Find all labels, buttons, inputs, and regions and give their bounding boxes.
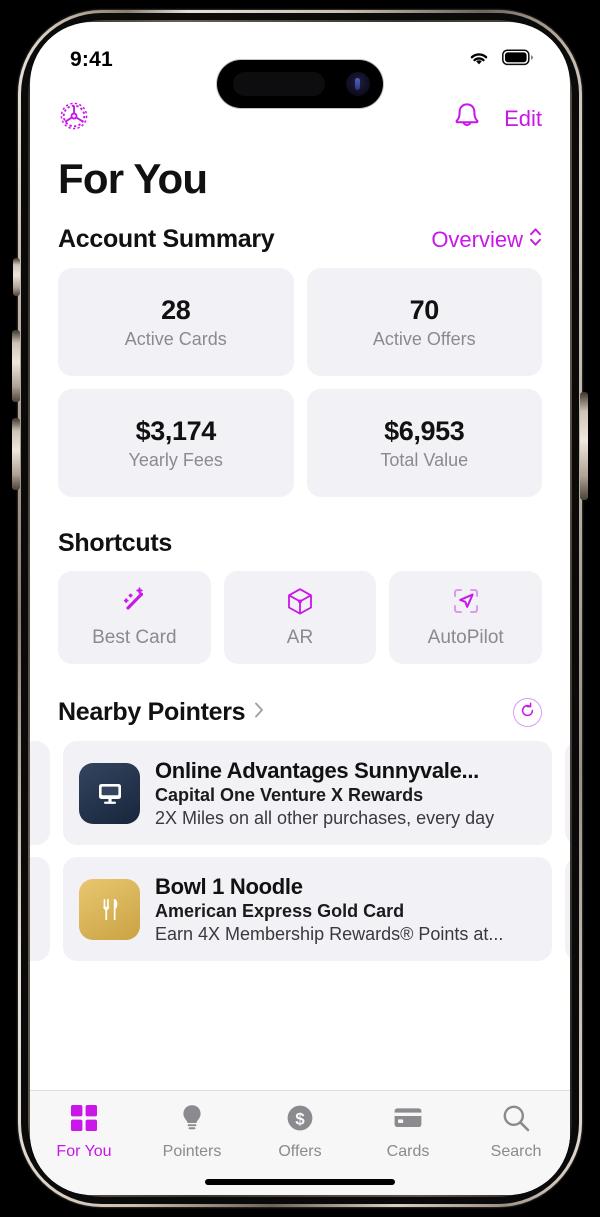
poi-card-name: American Express Gold Card	[155, 900, 405, 921]
lightbulb-icon	[177, 1103, 207, 1138]
chevron-right-icon	[253, 700, 265, 725]
screen-content: Edit For You Account Summary Overview 28…	[30, 84, 570, 1195]
home-indicator[interactable]	[205, 1179, 395, 1185]
bell-icon[interactable]	[452, 100, 482, 137]
gear-icon[interactable]	[58, 100, 90, 137]
wifi-icon	[467, 49, 491, 72]
poi-reward: 2X Miles on all other purchases, every d…	[155, 807, 495, 828]
tab-label: Offers	[278, 1143, 322, 1160]
nearby-pointers-link[interactable]: Nearby Pointers	[58, 698, 265, 727]
grid-squares-icon	[69, 1103, 99, 1138]
stat-value: 70	[409, 294, 440, 325]
page-title: For You	[58, 155, 208, 202]
poi-card[interactable]: Online Advantages Sunnyvale... Capital O…	[63, 741, 552, 845]
magic-wand-sparkles-icon	[119, 586, 149, 621]
carousel-peek-next[interactable]	[565, 741, 570, 845]
tab-cards[interactable]: Cards	[362, 1103, 454, 1161]
nearby-pointers-header: Nearby Pointers	[30, 664, 570, 727]
poi-text: Online Advantages Sunnyvale... Capital O…	[155, 758, 536, 829]
carousel-row: Online Advantages Sunnyvale... Capital O…	[30, 741, 570, 845]
shortcut-label: AR	[286, 627, 314, 648]
shortcuts-title: Shortcuts	[58, 529, 172, 557]
overview-selector[interactable]: Overview	[431, 227, 542, 253]
tab-search[interactable]: Search	[470, 1103, 562, 1161]
carousel-track: Online Advantages Sunnyvale... Capital O…	[30, 741, 570, 961]
poi-text: Bowl 1 Noodle American Express Gold Card…	[155, 874, 536, 945]
cube-3d-icon	[285, 586, 315, 621]
shortcut-label: Best Card	[92, 627, 177, 648]
stat-card[interactable]: 70 Active Offers	[306, 268, 542, 376]
tab-for-you[interactable]: For You	[38, 1103, 130, 1161]
tab-offers[interactable]: $ Offers	[254, 1103, 346, 1161]
stat-value: 28	[161, 294, 191, 325]
island-speaker	[233, 72, 325, 96]
stat-card[interactable]: 28 Active Cards	[58, 268, 294, 376]
shortcut-label: AutoPilot	[427, 627, 504, 648]
carousel-row: Bowl 1 Noodle American Express Gold Card…	[30, 857, 570, 961]
volume-up-button[interactable]	[12, 330, 20, 402]
shortcut-best-card[interactable]: Best Card	[58, 571, 211, 664]
poi-card[interactable]: Bowl 1 Noodle American Express Gold Card…	[63, 857, 552, 961]
tab-label: For You	[56, 1143, 112, 1160]
volume-down-button[interactable]	[12, 418, 20, 490]
nearby-pointers-carousel[interactable]: Online Advantages Sunnyvale... Capital O…	[30, 741, 570, 987]
power-button[interactable]	[580, 392, 588, 500]
refresh-button[interactable]	[513, 698, 542, 727]
tab-label: Search	[490, 1143, 542, 1160]
navigation-viewfinder-icon	[451, 586, 481, 621]
shortcut-ar[interactable]: AR	[223, 571, 377, 664]
front-camera-icon	[346, 72, 370, 96]
stat-label: Active Offers	[372, 328, 476, 349]
poi-card-name: Capital One Venture X Rewards	[155, 784, 424, 805]
stat-value: $6,953	[384, 415, 465, 446]
dollar-circle-icon: $	[285, 1103, 315, 1138]
poi-name: Online Advantages Sunnyvale...	[155, 757, 479, 783]
monitor-icon	[79, 762, 140, 824]
poi-name: Bowl 1 Noodle	[155, 873, 303, 899]
action-button[interactable]	[13, 258, 20, 296]
tab-label: Cards	[386, 1143, 430, 1160]
account-summary-header: Account Summary Overview	[30, 203, 570, 254]
shortcuts-grid: Best Card AR AutoPilot	[30, 558, 570, 664]
stat-card[interactable]: $3,174 Yearly Fees	[58, 389, 294, 497]
stat-card[interactable]: $6,953 Total Value	[306, 389, 542, 497]
phone-screen: 9:41 Edit For You Account Summary Overvi…	[30, 22, 570, 1195]
tab-label: Pointers	[162, 1143, 222, 1160]
battery-icon	[502, 49, 534, 71]
fork-knife-icon	[79, 878, 140, 940]
search-icon	[501, 1103, 531, 1138]
chevron-up-down-icon	[529, 227, 542, 253]
edit-button[interactable]: Edit	[504, 106, 542, 132]
stat-label: Total Value	[380, 449, 469, 470]
screenshot-stage: 9:41 Edit For You Account Summary Overvi…	[0, 0, 600, 1217]
credit-card-icon	[393, 1103, 423, 1138]
status-clock: 9:41	[70, 48, 113, 71]
account-summary-title: Account Summary	[58, 225, 275, 253]
refresh-icon	[519, 702, 536, 724]
poi-reward: Earn 4X Membership Rewards® Points at...	[155, 923, 504, 944]
overview-selector-label: Overview	[431, 226, 523, 252]
nearby-pointers-title: Nearby Pointers	[58, 698, 246, 726]
stat-label: Yearly Fees	[128, 449, 223, 470]
stat-label: Active Cards	[124, 328, 227, 349]
stat-value: $3,174	[135, 415, 217, 446]
dynamic-island[interactable]	[217, 60, 383, 108]
carousel-peek-next[interactable]	[565, 857, 570, 961]
shortcut-autopilot[interactable]: AutoPilot	[389, 571, 542, 664]
carousel-peek-prev[interactable]	[30, 857, 50, 961]
svg-text:$: $	[295, 1109, 305, 1128]
carousel-peek-prev[interactable]	[30, 741, 50, 845]
tab-pointers[interactable]: Pointers	[146, 1103, 238, 1161]
account-summary-stats: 28 Active Cards 70 Active Offers $3,174 …	[30, 254, 570, 497]
